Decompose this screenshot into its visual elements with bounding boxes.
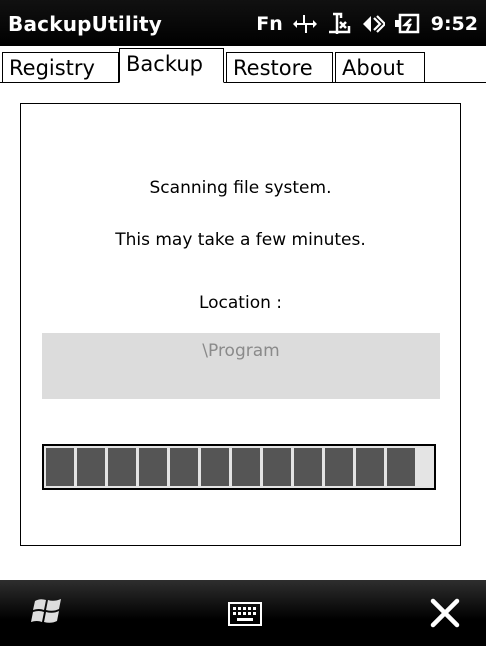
data-transfer-icon[interactable] (292, 13, 317, 35)
progress-block (46, 448, 74, 486)
signal-off-icon[interactable] (327, 12, 351, 36)
close-icon[interactable] (428, 596, 462, 630)
status-icons: Fn 9:52 (256, 8, 478, 40)
location-value: \Program (202, 341, 280, 361)
tab-about[interactable]: About (335, 52, 425, 82)
progress-block (77, 448, 105, 486)
backup-panel: Scanning file system. This may take a fe… (20, 103, 461, 546)
progress-block (294, 448, 322, 486)
keyboard-icon[interactable] (228, 602, 262, 626)
location-field: \Program (42, 333, 440, 399)
status-message: Scanning file system. (149, 178, 332, 198)
title-bar: BackupUtility Fn 9:52 (0, 0, 486, 46)
progress-bar (42, 444, 436, 490)
tab-restore[interactable]: Restore (226, 52, 333, 82)
progress-block (201, 448, 229, 486)
battery-charging-icon[interactable] (394, 12, 421, 36)
location-label: Location : (198, 293, 283, 313)
tab-registry[interactable]: Registry (2, 52, 119, 82)
wait-message: This may take a few minutes. (115, 230, 366, 250)
tab-strip: Registry Backup Restore About (0, 46, 486, 83)
tab-backup[interactable]: Backup (119, 48, 224, 83)
softkey-bar (0, 580, 486, 646)
windows-start-icon[interactable] (30, 594, 66, 630)
progress-block (356, 448, 384, 486)
progress-block (232, 448, 260, 486)
progress-block (108, 448, 136, 486)
progress-block (325, 448, 353, 486)
clock[interactable]: 9:52 (431, 13, 478, 35)
app-title: BackupUtility (8, 12, 163, 36)
fn-indicator: Fn (256, 13, 283, 35)
progress-block (387, 448, 415, 486)
progress-block (139, 448, 167, 486)
progress-block (263, 448, 291, 486)
progress-block (170, 448, 198, 486)
volume-mute-icon[interactable] (361, 12, 385, 36)
